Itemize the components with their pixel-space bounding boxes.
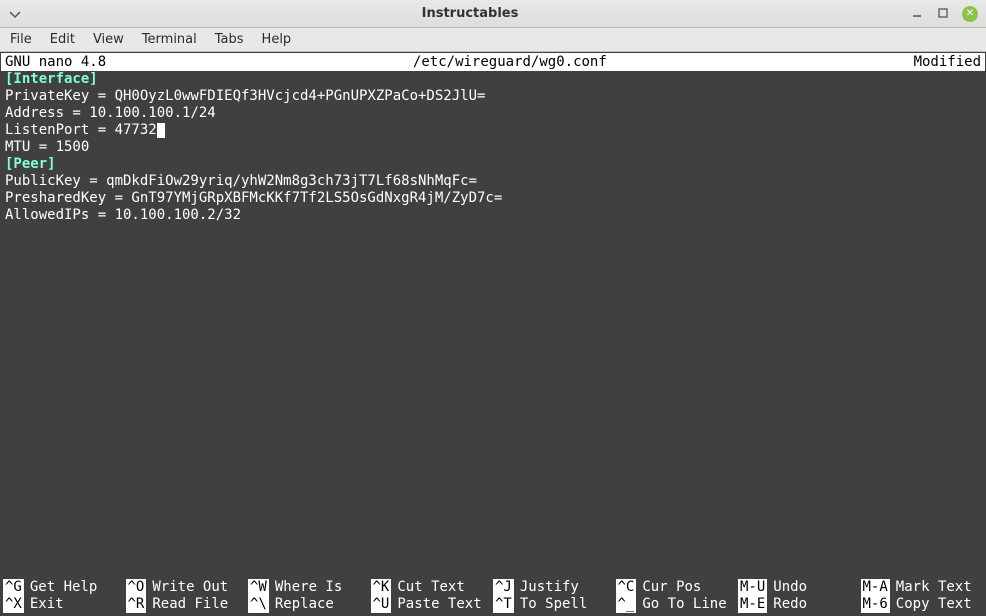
key: ^T <box>493 596 514 613</box>
label: Read File <box>152 596 228 613</box>
key: M-A <box>861 579 890 596</box>
label: Undo <box>773 579 807 596</box>
key: ^R <box>126 596 147 613</box>
key: ^K <box>371 579 392 596</box>
menu-tabs[interactable]: Tabs <box>215 32 244 47</box>
terminal-area[interactable]: GNU nano 4.8 /etc/wireguard/wg0.conf Mod… <box>0 52 986 616</box>
menu-terminal[interactable]: Terminal <box>142 32 197 47</box>
label: Cur Pos <box>642 579 701 596</box>
nano-app-name: GNU nano 4.8 <box>5 54 106 71</box>
key: ^O <box>126 579 147 596</box>
nano-titlebar: GNU nano 4.8 /etc/wireguard/wg0.conf Mod… <box>1 53 985 71</box>
label: Exit <box>30 596 64 613</box>
line-publickey: PublicKey = qmDkdFiOw29yriq/yhW2Nm8g3ch7… <box>5 173 981 190</box>
label: Cut Text <box>397 579 464 596</box>
editor-content[interactable]: [Interface]PrivateKey = QH0OyzL0wwFDIEQf… <box>1 71 985 579</box>
key: ^J <box>493 579 514 596</box>
shortcut-redo: M-E Redo <box>738 596 861 613</box>
menu-edit[interactable]: Edit <box>50 32 75 47</box>
key: ^C <box>616 579 637 596</box>
shortcut-where-is: ^W Where Is <box>248 579 371 596</box>
key: ^_ <box>616 596 637 613</box>
label: Redo <box>773 596 807 613</box>
label: Paste Text <box>397 596 481 613</box>
nano-status: Modified <box>914 54 981 71</box>
section-peer: [Peer] <box>5 156 981 173</box>
shortcut-write-out: ^O Write Out <box>126 579 249 596</box>
maximize-button[interactable] <box>936 6 950 20</box>
shortcut-read-file: ^R Read File <box>126 596 249 613</box>
shortcut-mark-text: M-A Mark Text <box>861 579 984 596</box>
menu-view[interactable]: View <box>93 32 124 47</box>
key: M-E <box>738 596 767 613</box>
menu-help[interactable]: Help <box>262 32 292 47</box>
line-address: Address = 10.100.100.1/24 <box>5 105 981 122</box>
label: Mark Text <box>896 579 972 596</box>
key: M-U <box>738 579 767 596</box>
line-listenport: ListenPort = 47732 <box>5 122 981 139</box>
key: M-6 <box>861 596 890 613</box>
label: Write Out <box>152 579 228 596</box>
shortcut-go-to-line: ^_ Go To Line <box>616 596 739 613</box>
line-mtu: MTU = 1500 <box>5 139 981 156</box>
line-allowedips: AllowedIPs = 10.100.100.2/32 <box>5 207 981 224</box>
section-interface: [Interface] <box>5 71 981 88</box>
shortcut-exit: ^X Exit <box>3 596 126 613</box>
minimize-button[interactable] <box>910 6 924 20</box>
menubar: File Edit View Terminal Tabs Help <box>0 28 986 52</box>
titlebar: Instructables ✕ <box>0 0 986 28</box>
key: ^\ <box>248 596 269 613</box>
listenport-text: ListenPort = 47732 <box>5 122 157 138</box>
shortcut-cut-text: ^K Cut Text <box>371 579 494 596</box>
key: ^X <box>3 596 24 613</box>
shortcut-to-spell: ^T To Spell <box>493 596 616 613</box>
app-menu-icon[interactable] <box>8 7 22 21</box>
line-presharedkey: PresharedKey = GnT97YMjGRpXBFMcKKf7Tf2LS… <box>5 190 981 207</box>
shortcut-replace: ^\ Replace <box>248 596 371 613</box>
label: Go To Line <box>642 596 726 613</box>
label: Replace <box>275 596 334 613</box>
label: To Spell <box>520 596 587 613</box>
nano-filename: /etc/wireguard/wg0.conf <box>106 54 913 71</box>
window-title: Instructables <box>30 6 910 21</box>
cursor <box>157 123 165 138</box>
shortcut-paste-text: ^U Paste Text <box>371 596 494 613</box>
shortcut-copy-text: M-6 Copy Text <box>861 596 984 613</box>
shortcut-justify: ^J Justify <box>493 579 616 596</box>
nano-shortcut-bar: ^G Get Help ^O Write Out ^W Where Is ^K Cut … <box>1 579 985 615</box>
key: ^W <box>248 579 269 596</box>
window-controls: ✕ <box>910 6 978 22</box>
label: Copy Text <box>896 596 972 613</box>
shortcut-get-help: ^G Get Help <box>3 579 126 596</box>
line-privatekey: PrivateKey = QH0OyzL0wwFDIEQf3HVcjcd4+PG… <box>5 88 981 105</box>
menu-file[interactable]: File <box>10 32 32 47</box>
close-button[interactable]: ✕ <box>962 6 978 22</box>
key: ^G <box>3 579 24 596</box>
label: Get Help <box>30 579 97 596</box>
shortcut-cur-pos: ^C Cur Pos <box>616 579 739 596</box>
label: Justify <box>520 579 579 596</box>
key: ^U <box>371 596 392 613</box>
label: Where Is <box>275 579 342 596</box>
shortcut-undo: M-U Undo <box>738 579 861 596</box>
